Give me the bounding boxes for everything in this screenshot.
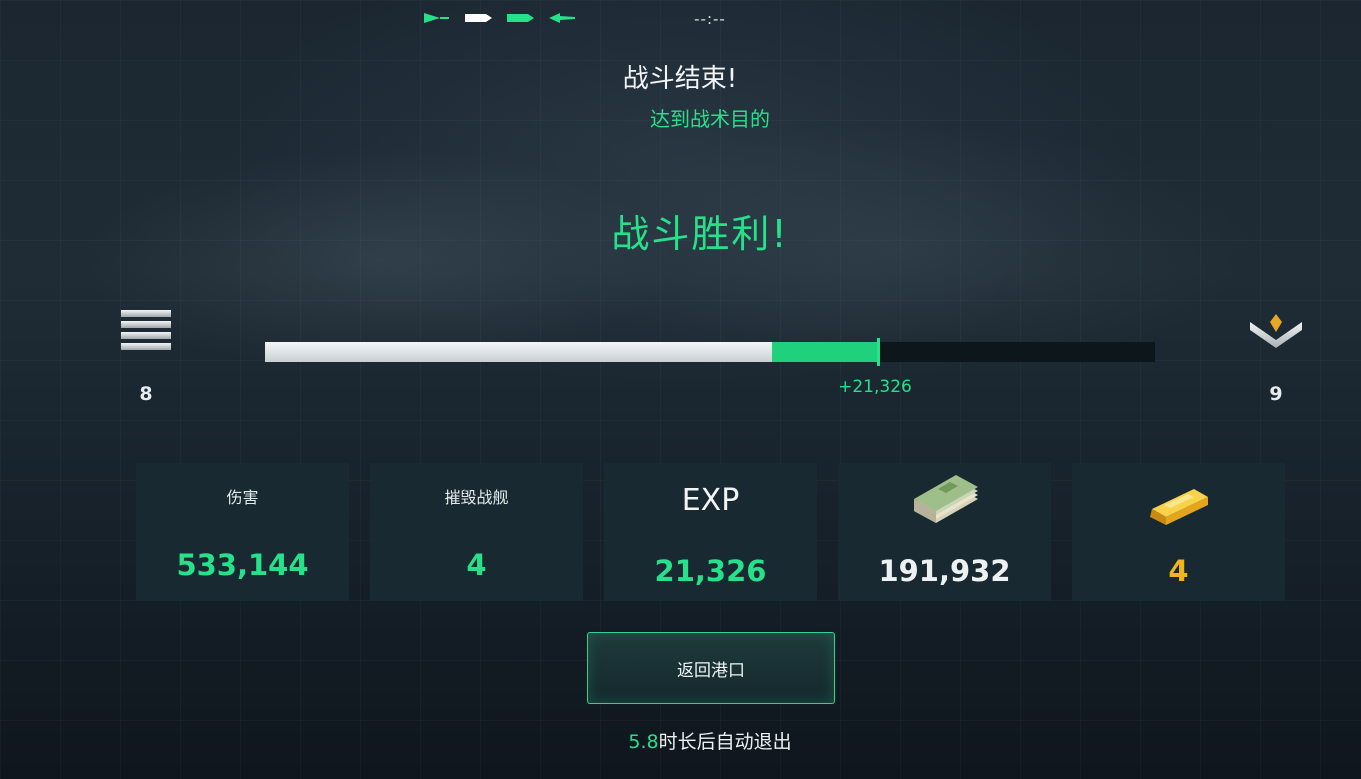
chevron-gem-rank-icon — [1250, 314, 1302, 348]
green-ship-marker-icon — [424, 13, 449, 23]
stat-value: 191,932 — [878, 554, 1011, 588]
victory-text: 战斗胜利! — [611, 212, 789, 256]
auto-exit-seconds: 5.8 — [628, 731, 659, 753]
gold-bar-icon — [1150, 489, 1208, 525]
stat-label: 伤害 — [226, 488, 259, 507]
battle-timer: --:-- — [694, 10, 726, 28]
next-rank-level: 9 — [1269, 383, 1283, 405]
stat-card-credits: 191,932 — [838, 463, 1051, 601]
exp-progress-previous — [265, 342, 772, 362]
stat-card-gold: 4 — [1072, 463, 1285, 601]
battle-end-title: 战斗结束! — [622, 64, 738, 94]
exp-progress-gained — [772, 342, 879, 362]
exp-gain-label: +21,326 — [838, 377, 912, 397]
auto-exit-countdown: 5.8时长后自动退出 — [560, 727, 860, 754]
return-to-port-label: 返回港口 — [677, 660, 745, 681]
green-plane-marker-icon — [549, 13, 575, 23]
silver-stripes-rank-icon — [121, 310, 171, 350]
stat-value: 4 — [1168, 554, 1189, 588]
objective-subtitle: 达到战术目的 — [650, 107, 770, 131]
battle-stats: 伤害 533,144 摧毁战舰 4 EXP 21,326 191,932 4 — [136, 463, 1285, 601]
exp-progress-marker — [877, 338, 880, 366]
stat-card-exp: EXP 21,326 — [604, 463, 817, 601]
team-markers — [422, 12, 576, 24]
auto-exit-text: 时长后自动退出 — [658, 731, 792, 753]
stat-value: 533,144 — [176, 548, 309, 582]
return-to-port-button[interactable]: 返回港口 — [587, 632, 835, 704]
white-ship-marker-icon — [465, 14, 492, 22]
stat-card-ships-destroyed: 摧毁战舰 4 — [370, 463, 583, 601]
stat-card-damage: 伤害 533,144 — [136, 463, 349, 601]
stat-label: EXP — [681, 483, 740, 518]
exp-progress-bar — [265, 338, 1155, 366]
green-ship-marker-icon — [507, 14, 534, 22]
current-rank-level: 8 — [139, 383, 153, 405]
cash-stack-icon — [914, 475, 978, 523]
stat-value: 4 — [466, 548, 487, 582]
stat-value: 21,326 — [654, 554, 767, 588]
stat-label: 摧毁战舰 — [444, 488, 509, 507]
